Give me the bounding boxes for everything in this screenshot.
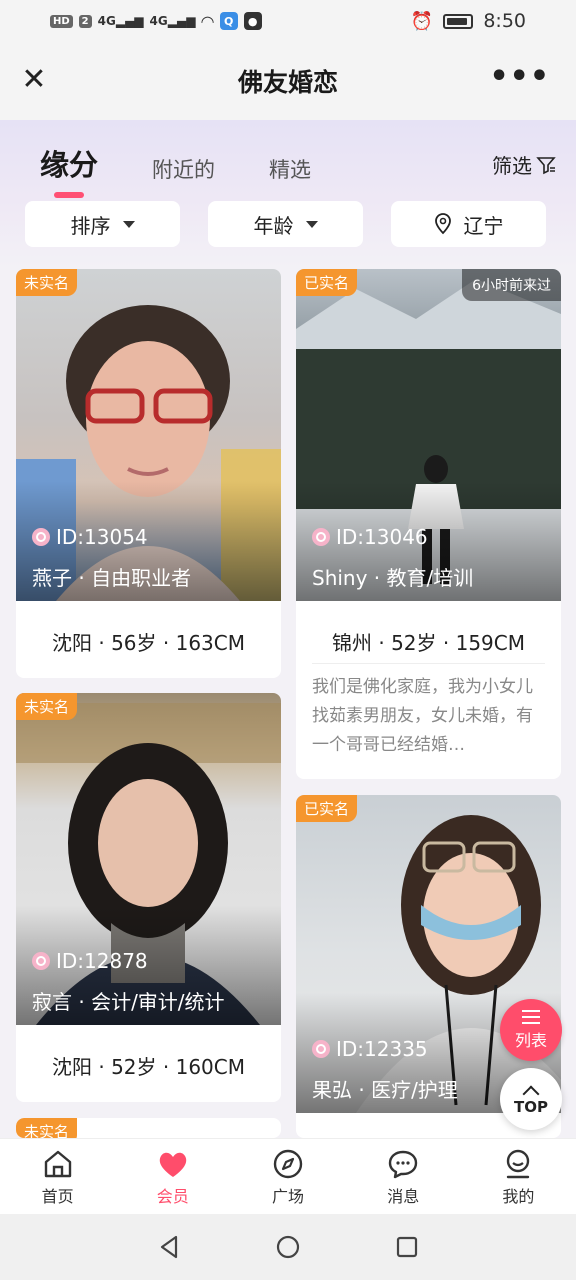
tab-messages-label: 消息: [387, 1186, 420, 1206]
heart-icon: [159, 1152, 187, 1177]
name-occupation: 燕子 · 自由职业者: [32, 566, 192, 590]
id-icon: [312, 1040, 330, 1058]
wifi-icon: ◠: [201, 11, 214, 31]
member-id-text: ID:12335: [336, 1037, 428, 1061]
name-occupation: 寂言 · 会计/审计/统计: [32, 990, 225, 1014]
profile-photo: [16, 269, 281, 601]
age-label: 年龄: [253, 213, 294, 238]
member-id-text: ID:12878: [56, 949, 148, 973]
profile-card[interactable]: 未实名: [16, 1118, 281, 1138]
verification-badge: 已实名: [296, 795, 358, 822]
name-occupation: 果弘 · 医疗/护理: [312, 1078, 458, 1102]
battery-icon: [443, 13, 474, 29]
caret-down-icon: [305, 220, 318, 228]
tab-featured[interactable]: 精选: [269, 154, 311, 184]
verification-badge: 已实名: [296, 269, 358, 296]
profile-icon: [507, 1149, 530, 1178]
status-right: ⏰ 8:50: [411, 10, 526, 32]
status-left: HD 2 4G▂▄▆ 4G▂▄▆ ◠ Q ●: [50, 12, 262, 31]
tab-members[interactable]: 会员: [115, 1139, 230, 1214]
tab-members-label: 会员: [156, 1186, 189, 1206]
age-dropdown[interactable]: 年龄: [208, 201, 363, 247]
profile-photo: [296, 795, 561, 1113]
location-dropdown[interactable]: 辽宁: [391, 201, 546, 247]
status-time: 8:50: [483, 10, 526, 32]
list-view-button[interactable]: 列表: [500, 999, 562, 1061]
network-type-label: 4G: [97, 14, 116, 28]
tab-fate[interactable]: 缘分: [40, 142, 98, 198]
verification-badge: 未实名: [16, 269, 78, 296]
verification-badge: 未实名: [16, 1118, 78, 1138]
verification-badge: 未实名: [16, 693, 78, 720]
member-id: ID:13046: [312, 525, 428, 549]
location-pin-icon: [434, 213, 452, 235]
status-bar: HD 2 4G▂▄▆ 4G▂▄▆ ◠ Q ● ⏰ 8:50: [0, 0, 576, 42]
tab-square[interactable]: 广场: [230, 1139, 345, 1214]
tab-messages[interactable]: 消息: [346, 1139, 461, 1214]
category-tabs: 缘分 附近的 精选: [40, 142, 311, 198]
sort-label: 排序: [70, 213, 111, 238]
profile-info: 沈阳 · 52岁 · 160CM: [52, 1055, 245, 1079]
bottom-tab-bar: 首页 会员 广场 消息 我的: [0, 1138, 576, 1214]
tab-mine[interactable]: 我的: [461, 1139, 576, 1214]
sort-dropdown[interactable]: 排序: [25, 201, 180, 247]
profile-card[interactable]: 未实名 ID:12878 寂言 · 会计/审计/统计 沈阳 · 52岁 · 16…: [16, 693, 281, 1102]
member-id: ID:12878: [32, 949, 148, 973]
profile-info: 锦州 · 52岁 · 159CM: [332, 631, 525, 655]
signal-icon-2: 4G▂▄▆: [149, 14, 196, 28]
name-occupation: Shiny · 教育/培训: [312, 566, 474, 590]
recents-square-icon[interactable]: [394, 1234, 420, 1260]
system-nav-bar: [0, 1214, 576, 1280]
tab-nearby[interactable]: 附近的: [152, 154, 215, 184]
divider: [312, 663, 545, 664]
member-id: ID:12335: [312, 1037, 428, 1061]
last-seen-badge: 6小时前来过: [462, 269, 561, 301]
compass-icon: [273, 1149, 303, 1178]
filter-button[interactable]: 筛选: [492, 150, 556, 179]
signal-icon: 4G▂▄▆: [97, 14, 144, 28]
tab-mine-label: 我的: [502, 1186, 535, 1206]
chat-icon: [389, 1150, 418, 1178]
page-title: 佛友婚恋: [237, 68, 338, 97]
id-icon: [32, 952, 50, 970]
more-options-icon[interactable]: •••: [489, 62, 550, 92]
alarm-icon: ⏰: [410, 10, 434, 32]
filter-dropdowns: 排序 年龄 辽宁: [25, 201, 546, 247]
profile-photo: [16, 693, 281, 1025]
tab-home-label: 首页: [41, 1186, 74, 1206]
location-label: 辽宁: [463, 213, 504, 238]
funnel-icon: [536, 156, 556, 174]
search-app-icon: Q: [219, 12, 238, 30]
filter-label: 筛选: [492, 154, 532, 178]
id-icon: [32, 528, 50, 546]
close-icon[interactable]: ✕: [18, 64, 50, 96]
filter-header: 缘分 附近的 精选 筛选 排序 年龄 辽宁: [0, 120, 576, 268]
profile-description: 我们是佛化家庭，我为小女儿找茹素男朋友，女儿未婚，有一个哥哥已经结婚…: [312, 677, 533, 755]
tab-home[interactable]: 首页: [0, 1139, 115, 1214]
profile-card[interactable]: 未实名 ID:13054 燕子 · 自由职业者 沈阳 · 56岁 · 163CM: [16, 269, 281, 678]
sim-indicator: 2: [78, 14, 92, 28]
caret-down-icon: [122, 220, 135, 228]
tab-square-label: 广场: [272, 1186, 305, 1206]
back-triangle-icon[interactable]: [156, 1234, 182, 1260]
home-icon: [44, 1150, 71, 1177]
back-to-top-button[interactable]: TOP: [500, 1068, 562, 1130]
paw-app-icon: ●: [243, 12, 262, 30]
list-icon: [522, 1009, 540, 1024]
profile-card[interactable]: 已实名 6小时前来过 ID:13046 Shiny · 教育/培训 锦州 · 5…: [296, 269, 561, 779]
member-id-text: ID:13046: [336, 525, 428, 549]
profile-photo: [296, 269, 561, 601]
list-view-label: 列表: [514, 1030, 547, 1050]
nav-bar: ✕ 佛友婚恋 •••: [0, 42, 576, 120]
hd-indicator: HD: [50, 14, 73, 28]
member-id-text: ID:13054: [56, 525, 148, 549]
id-icon: [312, 528, 330, 546]
member-id: ID:13054: [32, 525, 148, 549]
home-circle-icon[interactable]: [275, 1234, 301, 1260]
network-type-label-2: 4G: [149, 14, 168, 28]
profile-info: 沈阳 · 56岁 · 163CM: [52, 631, 245, 655]
